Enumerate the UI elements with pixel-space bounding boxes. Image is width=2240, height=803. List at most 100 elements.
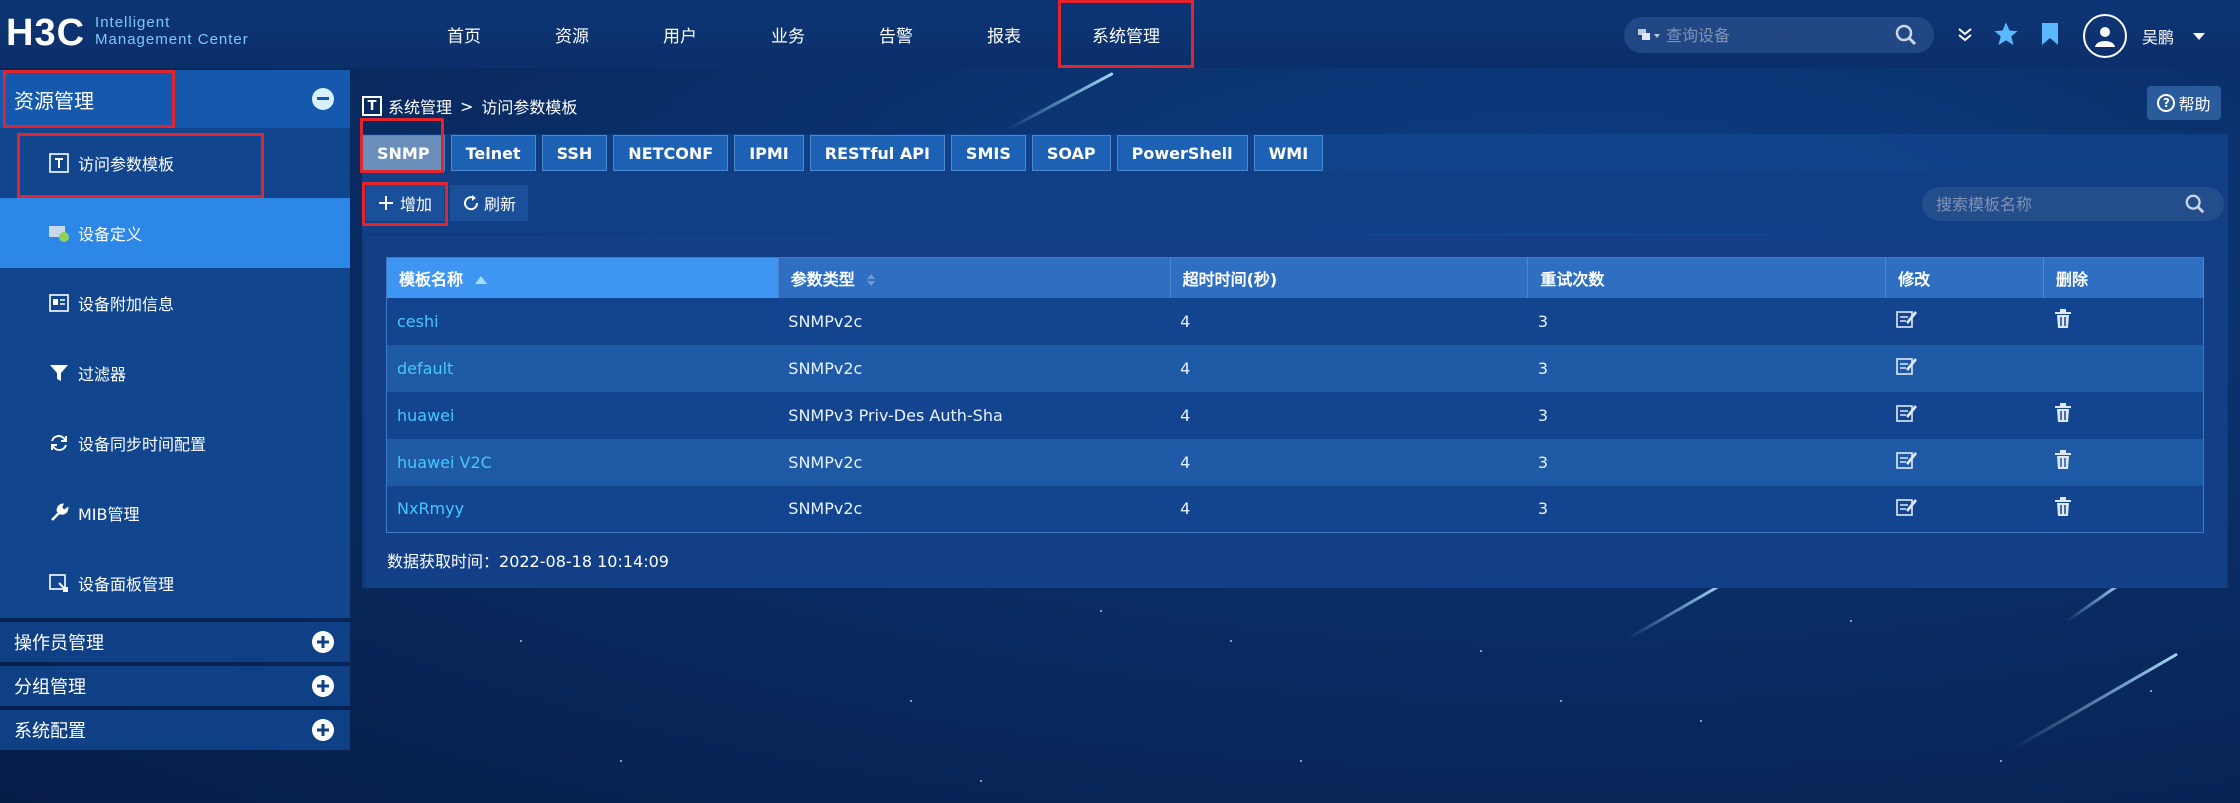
favorites-star-icon[interactable] xyxy=(1992,20,2020,48)
main-nav: 首页 资源 用户 业务 告警 报表 系统管理 xyxy=(410,0,1194,68)
nav-resources[interactable]: 资源 xyxy=(518,0,626,68)
fetch-time-label: 数据获取时间： xyxy=(387,552,500,571)
nav-system-management[interactable]: 系统管理 xyxy=(1058,0,1194,68)
tab-powershell[interactable]: PowerShell xyxy=(1116,135,1248,171)
device-search-input[interactable] xyxy=(1666,25,1886,45)
delete-cell xyxy=(2043,438,2204,486)
sidebar-group-operator-management[interactable]: 操作员管理 xyxy=(0,622,350,662)
trash-icon[interactable] xyxy=(2054,496,2072,517)
device-type-dropdown-icon[interactable] xyxy=(1636,25,1666,45)
sidebar-item-access-template[interactable]: 访问参数模板 xyxy=(0,128,350,198)
template-name-link[interactable]: huawei V2C xyxy=(386,438,779,486)
tab-netconf[interactable]: NETCONF xyxy=(613,135,729,171)
table-row: huawei V2C SNMPv2c 4 3 xyxy=(386,438,2204,486)
tab-ssh[interactable]: SSH xyxy=(541,135,608,171)
tab-soap[interactable]: SOAP xyxy=(1031,135,1111,171)
sync-icon xyxy=(48,432,70,454)
retries-cell: 3 xyxy=(1527,391,1886,439)
sidebar-item-mib-management[interactable]: MIB管理 xyxy=(0,478,350,548)
delete-cell xyxy=(2043,391,2204,439)
tab-telnet[interactable]: Telnet xyxy=(450,135,536,171)
edit-cell xyxy=(1885,438,2044,486)
edit-cell xyxy=(1885,297,2044,345)
sidebar-item-label: MIB管理 xyxy=(78,505,140,524)
fetch-time-value: 2022-08-18 10:14:09 xyxy=(499,552,669,571)
column-header-timeout: 超时时间(秒) xyxy=(1170,257,1529,298)
nav-reports[interactable]: 报表 xyxy=(950,0,1058,68)
sidebar-item-label: 设备同步时间配置 xyxy=(78,435,207,454)
edit-icon[interactable] xyxy=(1895,403,1918,423)
param-type-cell: SNMPv2c xyxy=(778,344,1171,392)
breadcrumb-root[interactable]: 系统管理 xyxy=(388,94,452,118)
search-icon[interactable] xyxy=(1894,23,1918,47)
template-letter-icon: T xyxy=(362,96,382,116)
edit-icon[interactable] xyxy=(1895,356,1918,376)
sidebar-item-list: 访问参数模板 设备定义 设备附加信息 过滤器 设备同步时间配置 MIB管理 设备… xyxy=(0,128,350,618)
breadcrumb: T 系统管理 > 访问参数模板 xyxy=(362,94,577,118)
sidebar-item-device-sync-time[interactable]: 设备同步时间配置 xyxy=(0,408,350,478)
sort-ascending-icon xyxy=(474,276,487,285)
bookmark-icon[interactable] xyxy=(2036,20,2064,48)
tab-wmi[interactable]: WMI xyxy=(1253,135,1324,171)
sidebar-group-system-config[interactable]: 系统配置 xyxy=(0,710,350,750)
sidebar-group-group-management[interactable]: 分组管理 xyxy=(0,666,350,706)
sidebar-section-resource-management[interactable]: 资源管理 xyxy=(0,70,350,128)
edit-cell xyxy=(1885,344,2044,392)
user-name[interactable]: 吴鹏 xyxy=(2142,24,2174,48)
table-row: NxRmyy SNMPv2c 4 3 xyxy=(386,485,2204,533)
template-name-link[interactable]: huawei xyxy=(386,391,779,439)
search-icon[interactable] xyxy=(2184,193,2206,215)
sidebar-item-device-extra-info[interactable]: 设备附加信息 xyxy=(0,268,350,338)
column-header-param-type[interactable]: 参数类型 xyxy=(778,257,1171,298)
user-avatar-icon[interactable] xyxy=(2083,14,2127,58)
template-name-link[interactable]: default xyxy=(386,344,779,392)
template-name-link[interactable]: NxRmyy xyxy=(386,485,779,533)
column-header-label: 参数类型 xyxy=(790,269,855,289)
nav-alarms[interactable]: 告警 xyxy=(842,0,950,68)
edit-icon[interactable] xyxy=(1895,497,1918,517)
expand-plus-icon[interactable] xyxy=(312,675,334,697)
nav-services[interactable]: 业务 xyxy=(734,0,842,68)
column-header-edit: 修改 xyxy=(1885,257,2045,298)
h3c-logo[interactable]: H3C Intelligent Management Center xyxy=(6,14,249,52)
trash-icon[interactable] xyxy=(2054,403,2072,423)
nav-users[interactable]: 用户 xyxy=(626,0,734,68)
tab-ipmi[interactable]: IPMI xyxy=(734,135,804,171)
template-search-input[interactable] xyxy=(1936,194,2176,214)
collapse-minus-icon[interactable] xyxy=(312,88,334,110)
tab-smis[interactable]: SMIS xyxy=(950,135,1026,171)
param-type-cell: SNMPv2c xyxy=(778,485,1171,533)
timeout-cell: 4 xyxy=(1170,344,1528,392)
retries-cell: 3 xyxy=(1527,344,1886,392)
template-search xyxy=(1922,187,2224,221)
edit-icon[interactable] xyxy=(1895,450,1918,470)
sidebar-item-filter[interactable]: 过滤器 xyxy=(0,338,350,408)
user-menu-caret-icon[interactable] xyxy=(2193,33,2205,41)
refresh-label: 刷新 xyxy=(484,195,517,214)
edit-cell xyxy=(1885,485,2044,533)
timeout-cell: 4 xyxy=(1170,391,1528,439)
column-header-template-name[interactable]: 模板名称 xyxy=(386,257,779,298)
param-type-cell: SNMPv3 Priv-Des Auth-Sha xyxy=(778,391,1171,439)
timeout-cell: 4 xyxy=(1170,438,1528,486)
param-type-cell: SNMPv2c xyxy=(778,438,1171,486)
nav-home[interactable]: 首页 xyxy=(410,0,518,68)
help-button[interactable]: ? 帮助 xyxy=(2147,86,2221,120)
sidebar-item-device-panel[interactable]: 设备面板管理 xyxy=(0,548,350,618)
refresh-button[interactable]: 刷新 xyxy=(450,185,529,221)
edit-icon[interactable] xyxy=(1895,309,1918,329)
device-panel-icon xyxy=(48,572,70,594)
trash-icon[interactable] xyxy=(2054,309,2072,329)
top-header: H3C Intelligent Management Center 首页 资源 … xyxy=(0,0,2240,68)
template-name-link[interactable]: ceshi xyxy=(386,297,779,345)
sidebar-group-label: 分组管理 xyxy=(14,677,86,698)
double-chevron-down-icon[interactable] xyxy=(1951,20,1979,48)
tab-restful-api[interactable]: RESTful API xyxy=(809,135,945,171)
expand-plus-icon[interactable] xyxy=(312,719,334,741)
table-header-row: 模板名称 参数类型 超时时间(秒) 重试次数 修改 删除 xyxy=(386,257,2204,298)
sort-icon xyxy=(867,274,876,287)
delete-cell xyxy=(2043,485,2204,533)
trash-icon[interactable] xyxy=(2054,450,2072,470)
sidebar-item-device-definition[interactable]: 设备定义 xyxy=(0,198,350,268)
expand-plus-icon[interactable] xyxy=(312,631,334,653)
